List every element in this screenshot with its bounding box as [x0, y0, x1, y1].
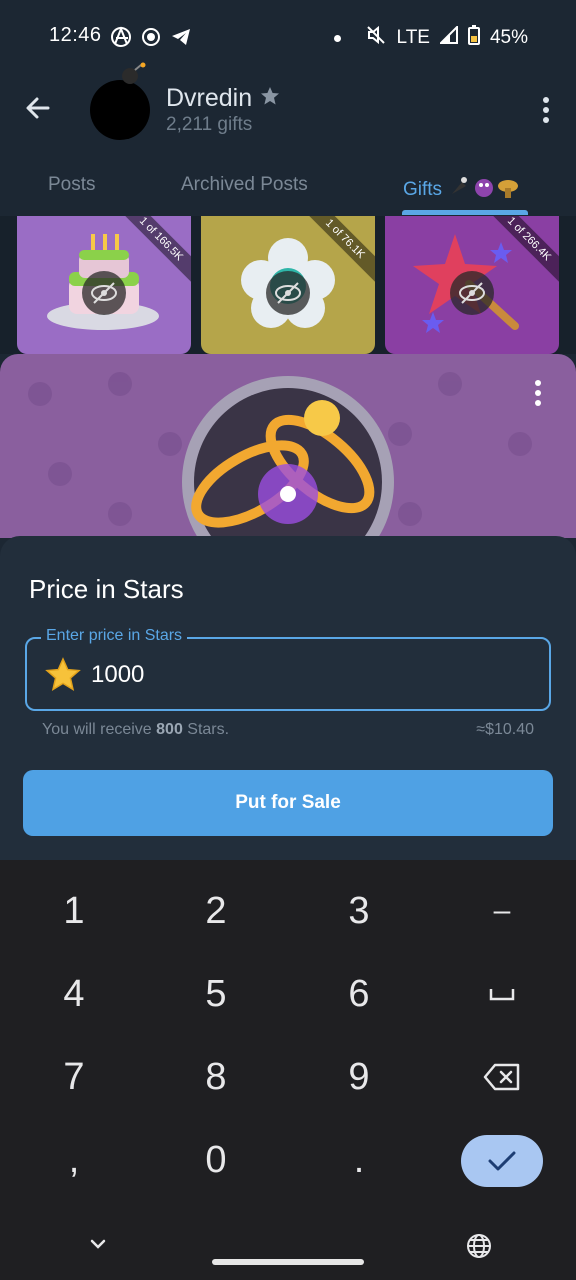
check-icon [488, 1151, 516, 1171]
key-0[interactable]: 0 [144, 1119, 288, 1201]
key-1[interactable]: 1 [2, 870, 146, 952]
star-icon [45, 657, 81, 693]
telegram-icon [170, 26, 192, 48]
key-dash[interactable]: – [430, 870, 574, 952]
bomb-emoji-icon [118, 62, 148, 86]
numeric-keyboard: 1 2 3 – 4 5 6 7 8 9 , 0 . [0, 860, 576, 1280]
key-backspace[interactable] [430, 1036, 574, 1118]
profile-tabs: Posts Archived Posts Gifts [0, 164, 576, 216]
receive-suffix: Stars. [182, 721, 230, 738]
back-arrow-icon[interactable] [22, 92, 54, 124]
star-badge-icon [260, 84, 280, 113]
gift-grid: 1 of 166.5K 1 of 76.1K 1 of 266.4K [0, 216, 576, 354]
key-4[interactable]: 4 [2, 953, 146, 1035]
gift-preview [0, 354, 576, 538]
tab-posts[interactable]: Posts [48, 174, 96, 196]
price-input-label: Enter price in Stars [41, 627, 188, 645]
home-indicator[interactable] [212, 1259, 364, 1265]
gift-card-cake[interactable]: 1 of 166.5K [17, 216, 191, 354]
preview-more-icon[interactable] [534, 380, 542, 406]
hidden-eye-icon [266, 271, 310, 315]
notification-dot [333, 34, 341, 42]
receive-prefix: You will receive [42, 721, 157, 738]
avatar[interactable] [90, 80, 150, 140]
key-done[interactable] [461, 1135, 543, 1187]
hidden-eye-icon [450, 271, 494, 315]
backspace-icon [483, 1063, 520, 1091]
key-comma[interactable]: , [2, 1119, 146, 1201]
key-3[interactable]: 3 [287, 870, 431, 952]
profile-header: Dvredin 2,211 gifts Posts Archived Posts… [0, 60, 576, 216]
anarchy-icon [110, 26, 132, 48]
status-time: 12:46 [49, 24, 102, 46]
key-8[interactable]: 8 [144, 1036, 288, 1118]
receive-amount: 800 [156, 721, 183, 738]
tab-archived-posts[interactable]: Archived Posts [181, 174, 308, 196]
collectible-gift-artwork [28, 372, 532, 538]
price-sheet: Price in Stars Enter price in Stars 1000… [0, 536, 576, 860]
status-notification-icons [110, 26, 192, 48]
price-input-value: 1000 [91, 661, 145, 688]
key-space[interactable] [430, 953, 574, 1035]
key-2[interactable]: 2 [144, 870, 288, 952]
space-icon [489, 989, 515, 1001]
battery-icon [467, 25, 480, 51]
usd-estimate: ≈$10.40 [476, 721, 534, 738]
key-9[interactable]: 9 [287, 1036, 431, 1118]
chevron-down-icon[interactable] [86, 1236, 110, 1252]
hidden-eye-icon [82, 271, 126, 315]
price-input-field[interactable]: Enter price in Stars 1000 [25, 627, 551, 711]
key-period[interactable]: . [287, 1119, 431, 1201]
profile-name: Dvredin [166, 84, 280, 113]
tab-gifts-label: Gifts [403, 179, 443, 200]
signal-icon [438, 24, 458, 50]
record-icon [140, 26, 162, 48]
gift-count: 2,211 gifts [166, 114, 253, 135]
key-5[interactable]: 5 [144, 953, 288, 1035]
gift-card-flower[interactable]: 1 of 76.1K [201, 216, 375, 354]
key-6[interactable]: 6 [287, 953, 431, 1035]
mute-icon [365, 24, 387, 52]
more-options-icon[interactable] [542, 96, 550, 124]
gift-emojis-icon [448, 174, 520, 206]
put-for-sale-button[interactable]: Put for Sale [23, 770, 553, 836]
tab-gifts[interactable]: Gifts [403, 174, 520, 206]
sheet-title: Price in Stars [29, 574, 184, 604]
status-right: LTE 45% [333, 24, 528, 52]
profile-name-text: Dvredin [166, 84, 253, 112]
receive-note: You will receive 800 Stars. [42, 721, 229, 739]
network-label: LTE [396, 27, 430, 48]
globe-icon[interactable] [466, 1233, 492, 1259]
gift-card-magic-wand[interactable]: 1 of 266.4K [385, 216, 559, 354]
battery-percent: 45% [489, 27, 528, 48]
key-7[interactable]: 7 [2, 1036, 146, 1118]
tab-indicator [402, 210, 528, 215]
